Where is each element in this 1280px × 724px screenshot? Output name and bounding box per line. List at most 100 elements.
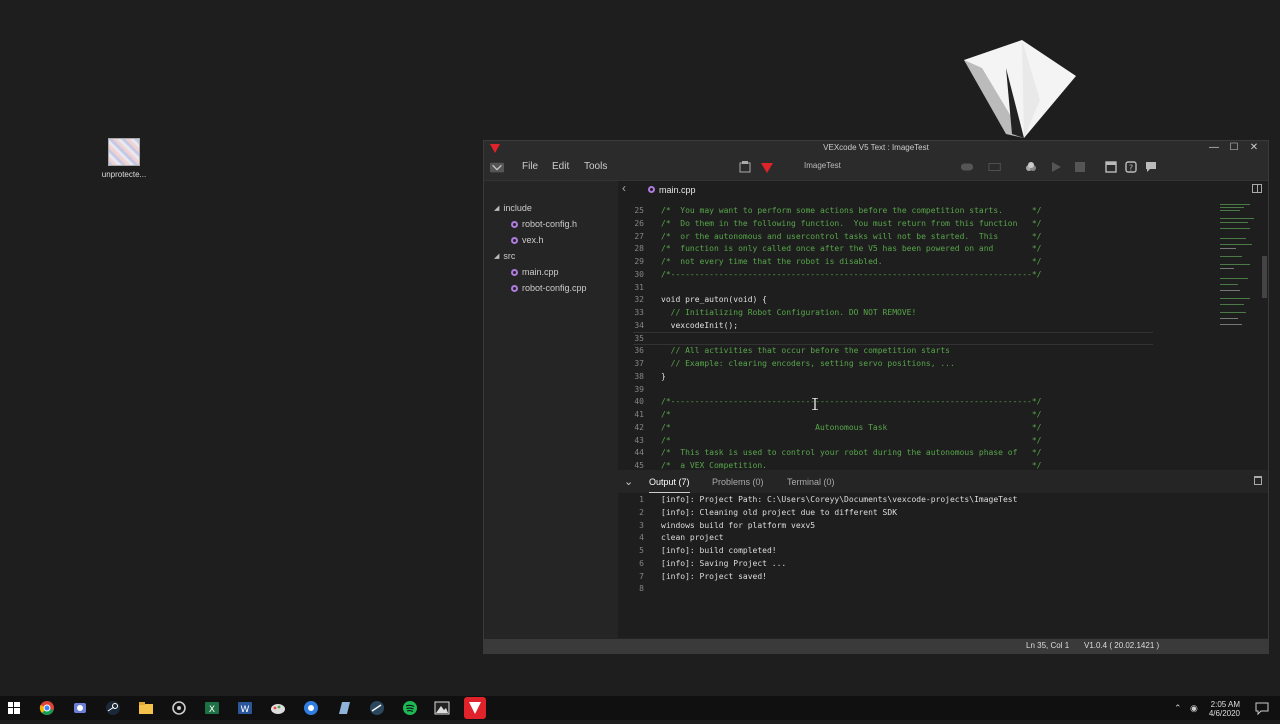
- file-explorer-icon[interactable]: [138, 700, 154, 716]
- code-line[interactable]: 36 // All activities that occur before t…: [618, 344, 1208, 357]
- word-icon[interactable]: W: [237, 700, 253, 716]
- chrome-icon[interactable]: [39, 700, 55, 716]
- steam-chat-icon[interactable]: [369, 700, 385, 716]
- file-main-cpp[interactable]: main.cpp: [511, 265, 559, 279]
- code-line[interactable]: 29 /* not every time that the robot is di…: [618, 255, 1208, 268]
- output-console[interactable]: 1 [info]: Project Path: C:\Users\Coreyy\D…: [618, 493, 1268, 638]
- code-line[interactable]: 44 /* This task is used to control your r…: [618, 446, 1208, 459]
- code-line[interactable]: 38}: [618, 370, 1208, 383]
- file-robot-config-h[interactable]: robot-config.h: [511, 217, 577, 231]
- photos-icon[interactable]: [434, 700, 450, 716]
- code-line[interactable]: 30 /*------------------------------------…: [618, 268, 1208, 281]
- spotify-icon[interactable]: [402, 700, 418, 716]
- clock[interactable]: 2:05 AM 4/6/2020: [1209, 700, 1240, 718]
- menu-tools[interactable]: Tools: [584, 161, 607, 172]
- tutorials-icon[interactable]: [1104, 160, 1118, 174]
- code-line[interactable]: 40 /*------------------------------------…: [618, 395, 1208, 408]
- paint-icon[interactable]: [270, 700, 286, 716]
- menu-file[interactable]: File: [522, 161, 538, 172]
- tab-terminal[interactable]: Terminal (0): [787, 477, 835, 487]
- folder-include[interactable]: ◢ include: [494, 201, 532, 215]
- line-number: 41: [634, 410, 644, 419]
- maximize-button[interactable]: ☐: [1224, 141, 1244, 156]
- build-icon[interactable]: [1024, 160, 1038, 174]
- window-title: VEXcode V5 Text : ImageTest: [823, 143, 929, 152]
- split-editor-icon[interactable]: [1252, 184, 1262, 193]
- output-line: 5 [info]: build completed!: [618, 544, 1238, 557]
- tab-problems[interactable]: Problems (0): [712, 477, 764, 487]
- code-line[interactable]: 28 /* function is only called once after …: [618, 242, 1208, 255]
- notes-icon[interactable]: [336, 700, 352, 716]
- tab-label: main.cpp: [659, 184, 696, 195]
- stop-icon[interactable]: [1073, 160, 1087, 174]
- back-arrow-icon[interactable]: ‹: [622, 181, 626, 195]
- output-text: [info]: Project saved!: [661, 571, 767, 581]
- feedback-icon[interactable]: [1144, 160, 1158, 174]
- code-line[interactable]: 33 // Initializing Robot Configuration. …: [618, 306, 1208, 319]
- network-icon[interactable]: ◉: [1190, 703, 1198, 714]
- file-vex-h[interactable]: vex.h: [511, 233, 544, 247]
- minimap[interactable]: [1216, 198, 1268, 470]
- line-number: 3: [639, 520, 644, 530]
- code-text: // All activities that occur before the …: [661, 346, 950, 356]
- code-line[interactable]: 41 /* */: [618, 408, 1208, 421]
- code-line[interactable]: 37 // Example: clearing encoders, settin…: [618, 357, 1208, 370]
- scrollbar-thumb[interactable]: [1262, 256, 1267, 298]
- close-button[interactable]: ✕: [1244, 141, 1264, 156]
- windows-start-icon[interactable]: [6, 700, 22, 716]
- show-hidden-icons[interactable]: ⌃: [1174, 703, 1182, 714]
- editor-scrollbar[interactable]: [1262, 198, 1268, 470]
- line-number: 27: [634, 231, 644, 241]
- play-icon[interactable]: [1049, 160, 1063, 174]
- code-line[interactable]: 26 /* Do them in the following function. …: [618, 217, 1208, 230]
- code-line[interactable]: 31: [618, 281, 1208, 294]
- version-info: V1.0.4 ( 20.02.1421 ): [1084, 641, 1160, 650]
- code-editor[interactable]: 25 /* You may want to perform some action…: [618, 198, 1268, 470]
- browser-icon[interactable]: [303, 700, 319, 716]
- code-line[interactable]: 45 /* a VEX Competition. */: [618, 459, 1208, 470]
- output-line: 6 [info]: Saving Project ...: [618, 557, 1238, 570]
- code-line[interactable]: 32 void pre_auton(void) {: [618, 293, 1208, 306]
- output-text: [info]: Project Path: C:\Users\Coreyy\Do…: [661, 495, 1018, 504]
- menu-bar: File Edit Tools ImageTest ?: [484, 156, 1268, 181]
- line-number: 36: [634, 346, 644, 356]
- brain-icon[interactable]: [760, 160, 774, 174]
- project-name[interactable]: ImageTest: [804, 161, 841, 170]
- camera-app-icon[interactable]: [72, 700, 88, 716]
- folder-src[interactable]: ◢ src: [494, 249, 515, 263]
- desktop-icon-unprotected[interactable]: unprotecte...: [98, 138, 150, 179]
- help-icon[interactable]: ?: [1124, 160, 1138, 174]
- vexcode-taskbar-button[interactable]: [464, 697, 486, 719]
- code-text: void pre_auton(void) {: [661, 295, 767, 305]
- code-line[interactable]: 27 /* or the autonomous and usercontrol t…: [618, 230, 1208, 243]
- devices-icon[interactable]: [738, 160, 752, 174]
- steam-icon[interactable]: [105, 700, 121, 716]
- excel-icon[interactable]: X: [204, 700, 220, 716]
- line-number: 32: [634, 295, 644, 305]
- file-tab-bar: ‹ main.cpp: [618, 181, 1268, 199]
- code-line[interactable]: 35: [618, 331, 1208, 345]
- controller-icon[interactable]: [960, 160, 974, 174]
- code-line[interactable]: 39: [618, 383, 1208, 396]
- notifications-icon[interactable]: [1254, 700, 1270, 716]
- clear-output-icon[interactable]: [1254, 476, 1262, 485]
- code-text: /* */: [661, 435, 1042, 445]
- text-cursor-icon: [812, 397, 818, 411]
- code-line[interactable]: 43 /* */: [618, 434, 1208, 447]
- minimize-button[interactable]: —: [1204, 141, 1224, 156]
- file-robot-config-cpp[interactable]: robot-config.cpp: [511, 281, 587, 295]
- code-line[interactable]: 25 /* You may want to perform some action…: [618, 204, 1208, 217]
- tab-output[interactable]: Output (7): [649, 477, 690, 493]
- vex-menu-icon[interactable]: [490, 160, 504, 174]
- line-number: 37: [634, 359, 644, 368]
- line-number: 42: [634, 422, 644, 432]
- code-line[interactable]: 34 vexcodeInit();: [618, 319, 1208, 332]
- tab-main-cpp[interactable]: main.cpp: [642, 181, 702, 199]
- svg-text:X: X: [209, 705, 215, 715]
- code-line[interactable]: 42 /* Autonomous Task */: [618, 421, 1208, 434]
- code-text: /*--------------------------------------…: [661, 269, 1042, 279]
- settings-app-icon[interactable]: [171, 700, 187, 716]
- menu-edit[interactable]: Edit: [552, 161, 569, 172]
- file-label: robot-config.h: [522, 219, 578, 229]
- collapse-panel-icon[interactable]: ⌄: [624, 475, 633, 488]
